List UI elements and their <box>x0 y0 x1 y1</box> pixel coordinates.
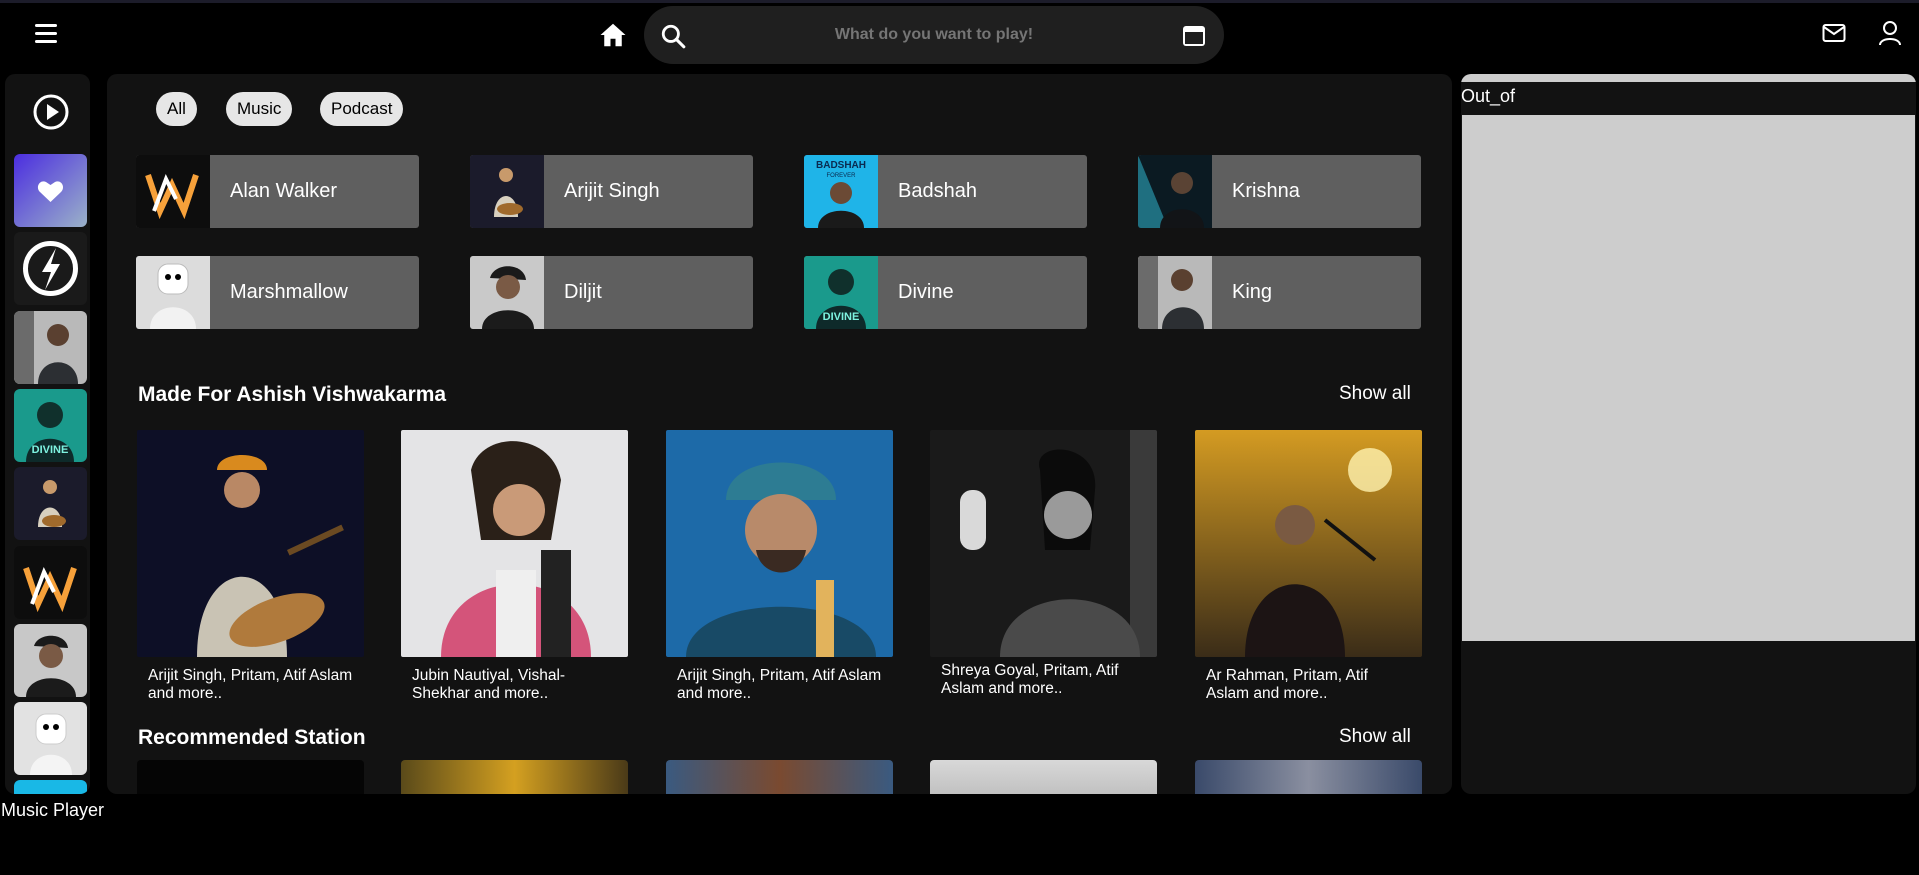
mix-cover <box>401 430 628 657</box>
station-card[interactable] <box>666 760 893 794</box>
artist-card[interactable]: Krishna <box>1138 155 1421 228</box>
artist-thumb <box>1138 155 1212 228</box>
artist-name: Divine <box>898 281 954 303</box>
lightning-playlist-tile[interactable] <box>14 232 87 305</box>
artist-card[interactable]: Alan Walker <box>136 155 419 228</box>
station-card[interactable] <box>1195 760 1422 794</box>
artist-name: Krishna <box>1232 180 1300 202</box>
divine-tile[interactable]: DIVINE <box>14 389 87 462</box>
artist-thumb: BADSHAH FOREVER <box>804 155 878 228</box>
mix-cover <box>930 430 1157 657</box>
filter-podcast[interactable]: Podcast <box>320 92 404 126</box>
music-player-label: Music Player <box>1 800 105 820</box>
svg-text:BADSHAH: BADSHAH <box>816 160 866 171</box>
show-all-made-for[interactable]: Show all <box>1339 383 1411 405</box>
music-player-bar <box>0 797 1919 875</box>
search-bar[interactable] <box>644 6 1224 64</box>
mix-caption: Arijit Singh, Pritam, Atif Aslam and mor… <box>677 667 882 702</box>
artist-thumb <box>470 256 544 329</box>
svg-text:FOREVER: FOREVER <box>826 173 856 179</box>
artist-card[interactable]: Marshmallow <box>136 256 419 329</box>
artist-name: Marshmallow <box>230 281 348 303</box>
mix-caption: Arijit Singh, Pritam, Atif Aslam and mor… <box>148 667 353 702</box>
liked-songs-tile[interactable] <box>14 154 87 227</box>
mix-card[interactable]: Shreya Goyal, Pritam, Atif Aslam and mor… <box>930 430 1157 698</box>
mix-card[interactable]: Arijit Singh, Pritam, Atif Aslam and mor… <box>666 430 893 703</box>
artist-name: Diljit <box>564 281 602 303</box>
section-title-recommended: Recommended Station <box>138 726 366 749</box>
badshah-tile[interactable] <box>14 780 87 794</box>
mix-card[interactable]: Ar Rahman, Pritam, Atif Aslam and more.. <box>1195 430 1422 703</box>
search-icon[interactable] <box>660 23 686 49</box>
svg-text:DIVINE: DIVINE <box>823 311 860 323</box>
artist-thumb <box>1138 256 1212 329</box>
alan-walker-tile[interactable] <box>14 546 87 619</box>
station-card[interactable] <box>401 760 628 794</box>
show-all-recommended[interactable]: Show all <box>1339 726 1411 748</box>
mix-cover <box>666 430 893 657</box>
svg-text:DIVINE: DIVINE <box>32 444 69 456</box>
artist-name: Badshah <box>898 180 977 202</box>
station-card[interactable] <box>137 760 364 794</box>
mix-card[interactable]: Jubin Nautiyal, Vishal-Shekhar and more.… <box>401 430 628 703</box>
artist-card[interactable]: BADSHAH FOREVER Badshah <box>804 155 1087 228</box>
artist-thumb <box>136 155 210 228</box>
menu-icon[interactable] <box>35 24 57 44</box>
krishna-tile[interactable] <box>14 311 87 384</box>
artist-card[interactable]: DIVINE Divine <box>804 256 1087 329</box>
section-title-made-for: Made For Ashish Vishwakarma <box>138 383 447 406</box>
filter-all[interactable]: All <box>156 92 197 126</box>
user-icon[interactable] <box>1878 20 1902 46</box>
play-circle-icon[interactable] <box>33 94 69 130</box>
artist-thumb: DIVINE <box>804 256 878 329</box>
top-accent-line <box>0 0 1919 3</box>
arijit-tile[interactable] <box>14 467 87 540</box>
mix-card[interactable]: Arijit Singh, Pritam, Atif Aslam and mor… <box>137 430 364 703</box>
mix-caption: Ar Rahman, Pritam, Atif Aslam and more.. <box>1206 667 1368 702</box>
mix-cover <box>137 430 364 657</box>
filter-music[interactable]: Music <box>226 92 293 126</box>
home-feed: All Music Podcast Alan Walker Arijit Sin… <box>107 74 1452 794</box>
artist-name: Alan Walker <box>230 180 338 202</box>
right-panel-placeholder <box>1462 115 1915 641</box>
panel-top-strip <box>1461 74 1916 82</box>
browse-icon[interactable] <box>1182 25 1206 47</box>
artist-thumb <box>470 155 544 228</box>
search-input[interactable] <box>704 6 1164 64</box>
marshmello-tile[interactable] <box>14 702 87 775</box>
diljit-tile[interactable] <box>14 624 87 697</box>
artist-card[interactable]: King <box>1138 256 1421 329</box>
artist-name: Arijit Singh <box>564 180 660 202</box>
mix-caption: Shreya Goyal, Pritam, Atif Aslam and mor… <box>941 662 1119 697</box>
artist-card[interactable]: Diljit <box>470 256 753 329</box>
artist-thumb <box>136 256 210 329</box>
station-card[interactable] <box>930 760 1157 794</box>
right-panel-label: Out_of <box>1461 86 1516 106</box>
artist-name: King <box>1232 281 1273 303</box>
mix-caption: Jubin Nautiyal, Vishal-Shekhar and more.… <box>412 667 566 702</box>
home-icon[interactable] <box>598 20 628 50</box>
mix-cover <box>1195 430 1422 657</box>
artist-card[interactable]: Arijit Singh <box>470 155 753 228</box>
mail-icon[interactable] <box>1822 22 1846 44</box>
library-sidebar: DIVINE <box>5 74 90 794</box>
